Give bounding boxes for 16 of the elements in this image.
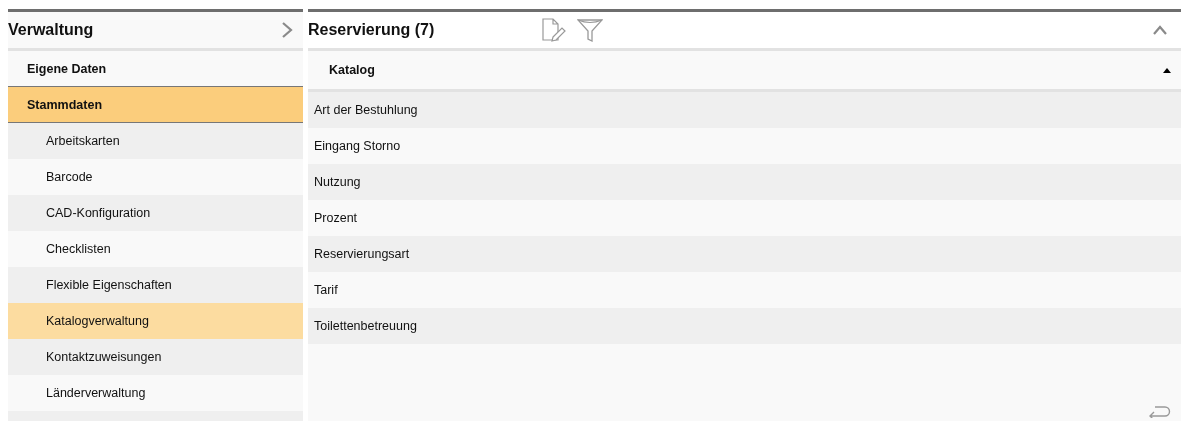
- table-cell[interactable]: Reservierungsart: [308, 236, 1181, 272]
- nav-subitem[interactable]: Checklisten: [8, 231, 303, 267]
- table-cell[interactable]: Toilettenbetreuung: [308, 308, 1181, 344]
- nav-subitem[interactable]: Katalogverwaltung: [8, 303, 303, 339]
- table-cell[interactable]: Nutzung: [308, 164, 1181, 200]
- nav-subitem[interactable]: Barcode: [8, 159, 303, 195]
- filter-icon[interactable]: [577, 18, 604, 42]
- edit-document-icon[interactable]: [541, 18, 568, 42]
- sidebar-title: Verwaltung: [8, 21, 94, 39]
- nav-item[interactable]: Eigene Daten: [8, 51, 303, 87]
- chevron-right-icon[interactable]: [281, 22, 293, 38]
- nav-item[interactable]: Stammdaten: [8, 87, 303, 123]
- nav-subitem[interactable]: Länderverwaltung: [8, 375, 303, 411]
- table-cell[interactable]: Art der Bestuhlung: [308, 92, 1181, 128]
- panel-title: Reservierung (7): [308, 21, 435, 39]
- chevron-up-icon[interactable]: [1153, 25, 1167, 35]
